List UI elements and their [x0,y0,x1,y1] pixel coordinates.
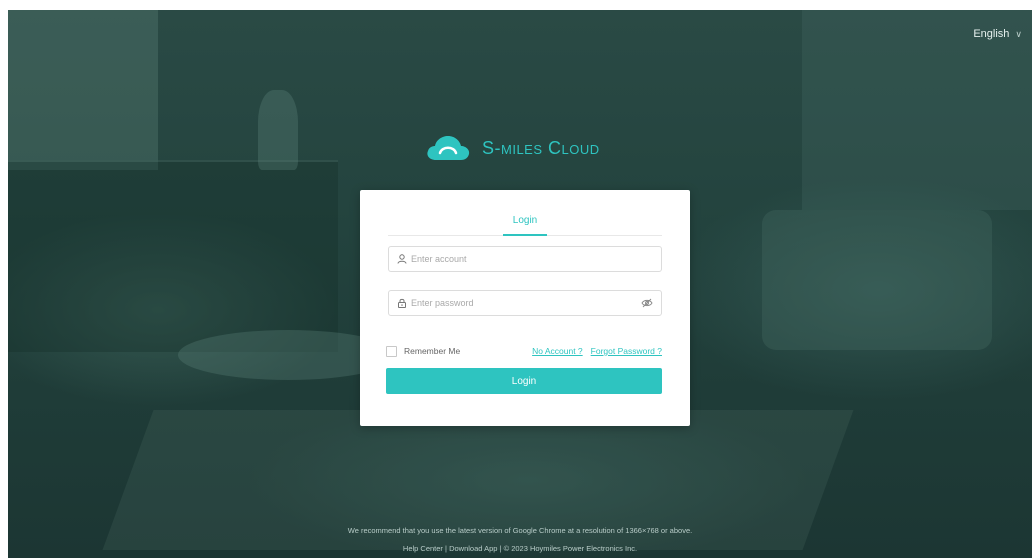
background-vase [258,90,298,170]
background-scene: English ∨ S-miles Cloud Login Enter acco… [8,10,1032,558]
footer-links: Help Center | Download App | © 2023 Hoym… [8,544,1032,553]
footer-separator: | [499,544,502,553]
brand-logo: S-miles Cloud [426,135,600,161]
login-card: Login Remember Me [360,190,690,426]
remember-me-checkbox[interactable] [386,345,397,357]
chevron-down-icon: ∨ [1015,28,1022,39]
background-window-left [8,10,158,170]
help-center-link[interactable]: Help Center [403,544,443,553]
language-selector[interactable]: English ∨ [973,28,1022,40]
browser-recommendation: We recommend that you use the latest ver… [347,526,693,535]
login-button[interactable]: Login [386,368,662,394]
password-input[interactable] [407,297,641,309]
footer-separator: | [445,544,447,553]
language-label: English [973,28,1010,40]
forgot-password-link[interactable]: Forgot Password ? [591,346,662,356]
tab-login[interactable]: Login [502,208,548,236]
remember-me-label[interactable]: Remember Me [404,346,460,356]
no-account-link[interactable]: No Account ? [532,346,583,356]
cloud-icon [427,136,470,160]
background-sofa [762,210,992,350]
lock-icon [398,298,406,308]
download-app-link[interactable]: Download App [449,544,497,553]
eye-hidden-icon[interactable] [641,298,653,308]
account-input[interactable] [407,253,653,265]
background-cabinet [8,160,338,352]
login-tabs: Login [388,208,662,236]
background-window-right [802,10,1032,210]
brand-name: S-miles Cloud [482,137,600,158]
copyright-text: © 2023 Hoymiles Power Electronics Inc. [503,544,638,553]
account-field[interactable] [388,246,662,272]
user-icon [397,254,407,264]
password-field[interactable] [388,290,662,316]
login-options-row: Remember Me No Account ? Forgot Password… [386,344,662,358]
